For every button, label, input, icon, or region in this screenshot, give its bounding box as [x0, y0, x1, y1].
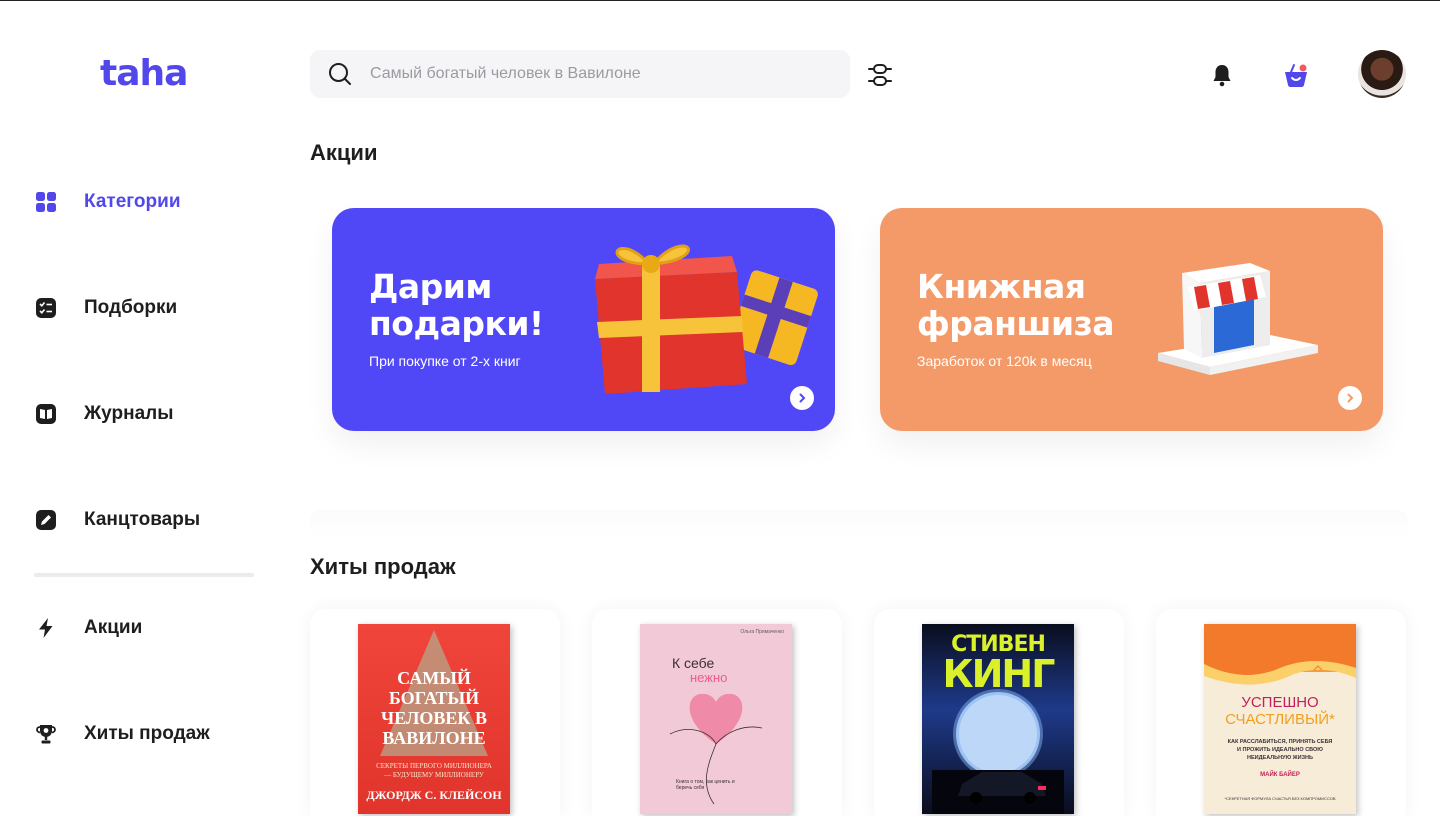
sidebar-item-label: Подборки: [84, 297, 178, 318]
shop-stall-illustration: [1158, 263, 1318, 375]
sidebar-item-label: Канцтовары: [84, 509, 201, 530]
gift-boxes-illustration: [595, 244, 818, 394]
book-subtitle: СЕКРЕТЫ ПЕРВОГО МИЛЛИОНЕРА — БУДУЩЕМУ МИ…: [376, 762, 492, 779]
trophy-icon: [34, 722, 58, 746]
sidebar-item-magazines[interactable]: Журналы: [34, 399, 173, 429]
bestsellers-title: Хиты продаж: [310, 554, 456, 579]
promo-card-gifts[interactable]: Дарим подарки! При покупке от 2-х книг: [332, 208, 835, 431]
promo-subtitle: Заработок от 120k в месяц: [917, 353, 1092, 369]
book-card[interactable]: САМЫЙ БОГАТЫЙ ЧЕЛОВЕК В ВАВИЛОНЕ СЕКРЕТЫ…: [310, 609, 560, 816]
sidebar-item-categories[interactable]: Категории: [34, 187, 181, 217]
book-cover[interactable]: УСПЕШНО СЧАСТЛИВЫЙ* КАК РАССЛАБИТЬСЯ, ПР…: [1204, 624, 1356, 814]
checklist-icon: [34, 296, 58, 320]
book-card[interactable]: УСПЕШНО СЧАСТЛИВЫЙ* КАК РАССЛАБИТЬСЯ, ПР…: [1156, 609, 1406, 816]
sidebar-item-label: Журналы: [84, 403, 174, 424]
search-bar[interactable]: [310, 50, 850, 98]
book-title: УСПЕШНО: [1241, 694, 1319, 711]
filter-icon[interactable]: [866, 62, 894, 88]
promo-arrow-button[interactable]: [1338, 386, 1362, 410]
book-card[interactable]: СТИВЕН КИНГ: [874, 609, 1124, 816]
grid-icon: [34, 190, 58, 214]
book-title: САМЫЙ БОГАТЫЙ ЧЕЛОВЕК В ВАВИЛОНЕ: [381, 668, 487, 748]
sidebar-item-bestsellers[interactable]: Хиты продаж: [34, 719, 210, 749]
sidebar-item-promotions[interactable]: Акции: [34, 613, 142, 643]
book-cover[interactable]: СТИВЕН КИНГ: [922, 624, 1074, 814]
search-input[interactable]: [370, 59, 810, 89]
book-open-icon: [34, 402, 58, 426]
basket-badge: [1299, 64, 1307, 72]
book-author: ДЖОРДЖ С. КЛЕЙСОН: [366, 788, 502, 802]
search-icon[interactable]: [328, 62, 352, 86]
book-author: МАЙК БАЙЕР: [1260, 772, 1300, 778]
sidebar-item-label: Акции: [84, 617, 143, 638]
promo-card-franchise[interactable]: Книжная франшиза Заработок от 120k в мес…: [880, 208, 1383, 431]
book-author-last: КИНГ: [942, 652, 1056, 696]
promo-subtitle: При покупке от 2-х книг: [369, 353, 521, 369]
section-separator: [310, 510, 1408, 540]
logo[interactable]: taha: [100, 53, 188, 94]
book-subtitle: Книга о том, как ценить и беречь себя: [676, 779, 735, 791]
lightning-icon: [34, 616, 58, 640]
book-cover[interactable]: Ольга Примаченко К себе нежно Книга о то…: [640, 624, 792, 814]
sidebar-item-label: Хиты продаж: [84, 723, 210, 744]
book-subtitle: КАК РАССЛАБИТЬСЯ, ПРИНЯТЬ СЕБЯ И ПРОЖИТЬ…: [1227, 739, 1333, 761]
book-footnote: *СЕКРЕТНАЯ ФОРМУЛА СЧАСТЬЯ БЕЗ КОМПРОМИС…: [1224, 796, 1336, 801]
book-title-accent: СЧАСТЛИВЫЙ*: [1225, 711, 1335, 728]
avatar[interactable]: [1358, 50, 1406, 98]
sidebar-divider: [34, 573, 254, 577]
bell-icon[interactable]: [1210, 62, 1234, 88]
sidebar-item-collections[interactable]: Подборки: [34, 293, 177, 323]
sidebar-item-stationery[interactable]: Канцтовары: [34, 505, 200, 535]
promo-arrow-button[interactable]: [790, 386, 814, 410]
promo-title: Дарим подарки!: [369, 267, 544, 343]
book-cover[interactable]: САМЫЙ БОГАТЫЙ ЧЕЛОВЕК В ВАВИЛОНЕ СЕКРЕТЫ…: [358, 624, 510, 814]
basket-icon[interactable]: [1283, 61, 1309, 89]
pencil-icon: [34, 508, 58, 532]
promo-title: Книжная франшиза: [917, 267, 1115, 343]
sidebar-item-label: Категории: [84, 191, 181, 212]
book-card[interactable]: Ольга Примаченко К себе нежно Книга о то…: [592, 609, 842, 816]
promos-title: Акции: [310, 140, 378, 165]
